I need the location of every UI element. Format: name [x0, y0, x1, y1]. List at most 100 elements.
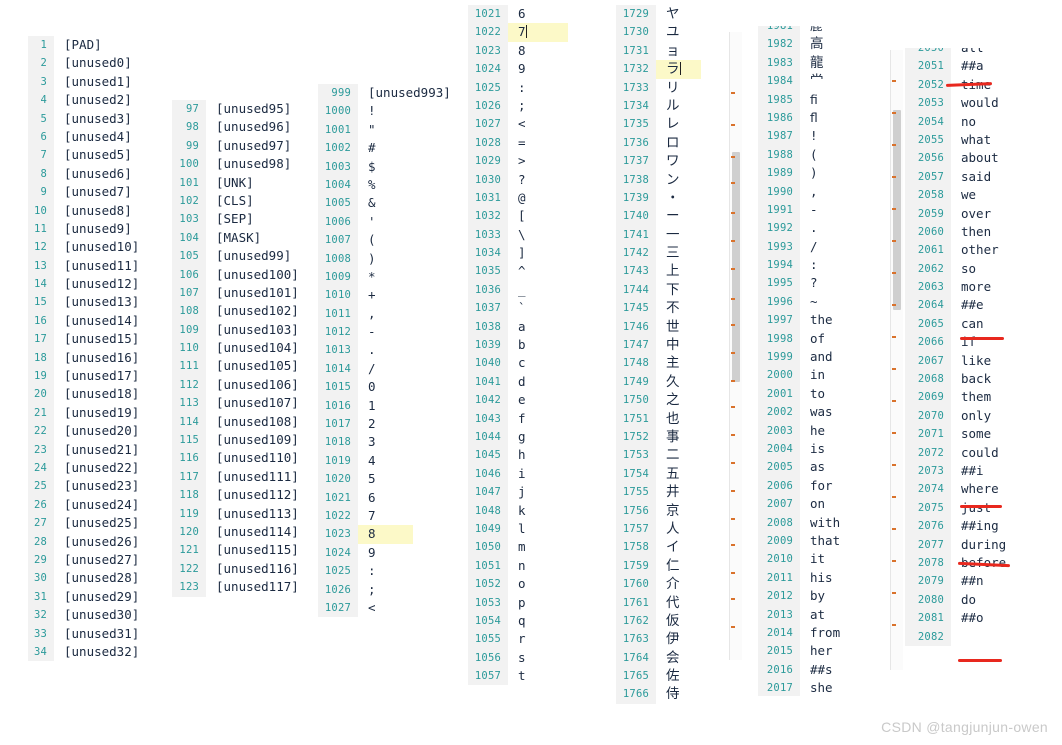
line-token[interactable]: ##e — [951, 296, 1050, 314]
line-token[interactable]: was — [800, 403, 883, 421]
code-line[interactable]: 1753 二 — [616, 446, 741, 465]
line-token[interactable]: so — [951, 260, 1050, 278]
code-line[interactable]: 7 [unused5] — [28, 146, 178, 165]
panel-vocab-1729-1766[interactable]: 1729 ヤ 1730 ユ 1731 ョ 1732 ラ 1733 リ 1734 ル 1735 レ 1736 ロ… — [616, 5, 741, 720]
line-token[interactable]: [UNK] — [206, 174, 322, 192]
code-line[interactable]: 103 [SEP] — [172, 210, 322, 229]
code-line[interactable]: 1037 ` — [468, 299, 608, 318]
code-line[interactable]: 2011 his — [758, 568, 883, 588]
line-token[interactable]: 4 — [358, 452, 453, 470]
code-line[interactable]: 1010 + — [318, 286, 453, 305]
line-token[interactable]: she — [800, 679, 883, 696]
line-token[interactable]: [MASK] — [206, 229, 322, 247]
line-token[interactable]: e — [508, 391, 608, 409]
code-line[interactable]: 1008) — [318, 249, 453, 268]
code-line[interactable]: 1742 三 — [616, 244, 741, 263]
code-line[interactable]: 2017 she — [758, 679, 883, 696]
code-line[interactable]: 1997 the — [758, 311, 883, 330]
line-token[interactable]: [unused107] — [206, 394, 322, 412]
line-token[interactable]: 1 — [358, 397, 453, 415]
code-line[interactable]: 1007 ( — [318, 231, 453, 250]
code-line[interactable]: 2073 ##i — [905, 461, 1050, 481]
line-token[interactable]: back — [951, 370, 1050, 388]
line-token[interactable]: would — [951, 94, 1050, 112]
code-line[interactable]: 1024 9 — [468, 60, 608, 79]
code-line[interactable]: 113 [unused107] — [172, 394, 322, 413]
line-token[interactable]: [unused22] — [54, 459, 178, 477]
code-line[interactable]: 1038 a — [468, 317, 608, 337]
line-token[interactable]: [unused25] — [54, 514, 178, 532]
code-line[interactable]: 1003 $ — [318, 157, 453, 176]
code-line[interactable]: 2053 would — [905, 94, 1050, 113]
code-line[interactable]: 23 [unused21] — [28, 440, 178, 459]
code-line[interactable]: 2014 from — [758, 623, 883, 643]
code-line[interactable]: 114 [unused108] — [172, 412, 322, 432]
code-line[interactable]: 1016 1 — [318, 396, 453, 416]
code-line[interactable]: 2069 them — [905, 388, 1050, 407]
line-token[interactable]: 8 — [358, 525, 413, 544]
line-token[interactable]: other — [951, 241, 1050, 259]
line-token[interactable]: [unused31] — [54, 625, 178, 643]
code-line[interactable]: 1043 f — [468, 409, 608, 428]
code-line[interactable]: 1761 代 — [616, 593, 741, 612]
code-line[interactable]: 1035 ^ — [468, 262, 608, 281]
code-line[interactable]: 1021 6 — [318, 488, 453, 507]
code-line[interactable]: 2067 like — [905, 351, 1050, 371]
code-line[interactable]: 13 [unused11] — [28, 256, 178, 276]
code-line[interactable]: 2079 ##n — [905, 572, 1050, 591]
code-line[interactable]: 2055 what — [905, 130, 1050, 150]
line-token[interactable]: d — [508, 373, 608, 391]
line-token[interactable]: [unused105] — [206, 357, 322, 375]
line-token[interactable]: if — [951, 333, 1050, 351]
code-line[interactable]: 110 [unused104] — [172, 339, 322, 358]
line-token[interactable]: 9 — [508, 60, 608, 78]
code-line[interactable]: 1057 t — [468, 667, 608, 686]
line-token[interactable]: all — [951, 48, 1050, 57]
line-token[interactable]: [unused98] — [206, 155, 322, 173]
code-line[interactable]: 34 [unused32] — [28, 642, 178, 662]
line-token[interactable]: [unused1] — [54, 73, 178, 91]
code-line[interactable]: 1046 i — [468, 464, 608, 484]
code-line[interactable]: 1995? — [758, 274, 883, 293]
code-line[interactable]: 33 [unused31] — [28, 624, 178, 643]
code-line[interactable]: 2052 time — [905, 75, 1050, 95]
code-line[interactable]: 1041 d — [468, 372, 608, 392]
code-line[interactable]: 14 [unused12] — [28, 275, 178, 294]
line-token[interactable]: [unused20] — [54, 422, 178, 440]
code-line[interactable]: 1039 b — [468, 336, 608, 355]
code-line[interactable]: 2013 at — [758, 605, 883, 624]
code-line[interactable]: 2000 in — [758, 366, 883, 385]
line-token[interactable]: [unused13] — [54, 293, 178, 311]
line-token[interactable]: by — [800, 587, 883, 605]
code-line[interactable]: 1745 不 — [616, 299, 741, 318]
line-token[interactable]: ' — [358, 213, 453, 231]
code-line[interactable]: 2003 he — [758, 421, 883, 440]
code-line[interactable]: 1020 5 — [318, 470, 453, 489]
code-line[interactable]: 1026; — [318, 580, 453, 599]
code-line[interactable]: 1743 上 — [616, 262, 741, 281]
line-token[interactable]: with — [800, 514, 883, 532]
code-line[interactable]: 122 [unused116] — [172, 559, 322, 579]
code-line[interactable]: 102 [CLS] — [172, 191, 322, 211]
code-line[interactable]: 2004 is — [758, 439, 883, 459]
line-token[interactable]: t — [508, 667, 608, 685]
line-token[interactable]: [unused112] — [206, 486, 322, 504]
code-line[interactable]: 1049 l — [468, 519, 608, 539]
line-token[interactable]: that — [800, 532, 883, 550]
line-token[interactable]: at — [800, 606, 883, 624]
panel-vocab-1021-1057[interactable]: 1021 6 1022 7 1023 8 1024 9 1025:1026; 1027 <1028 =… — [468, 5, 608, 695]
line-token[interactable]: 2 — [358, 415, 453, 433]
line-token[interactable]: his — [800, 569, 883, 587]
line-token[interactable]: ] — [508, 244, 608, 262]
line-token[interactable]: from — [800, 624, 883, 642]
code-line[interactable]: 104 [MASK] — [172, 228, 322, 248]
code-line[interactable]: 111 [unused105] — [172, 357, 322, 376]
line-token[interactable]: r — [508, 630, 608, 648]
line-token[interactable]: [unused109] — [206, 431, 322, 449]
code-line[interactable]: 2 [unused0] — [28, 54, 178, 73]
code-line[interactable]: 1738 ン — [616, 170, 741, 189]
code-line[interactable]: 1729 ヤ — [616, 5, 741, 24]
code-line[interactable]: 1025: — [468, 78, 608, 97]
code-line[interactable]: 1044 g — [468, 427, 608, 447]
code-line[interactable]: 2064 ##e — [905, 296, 1050, 315]
